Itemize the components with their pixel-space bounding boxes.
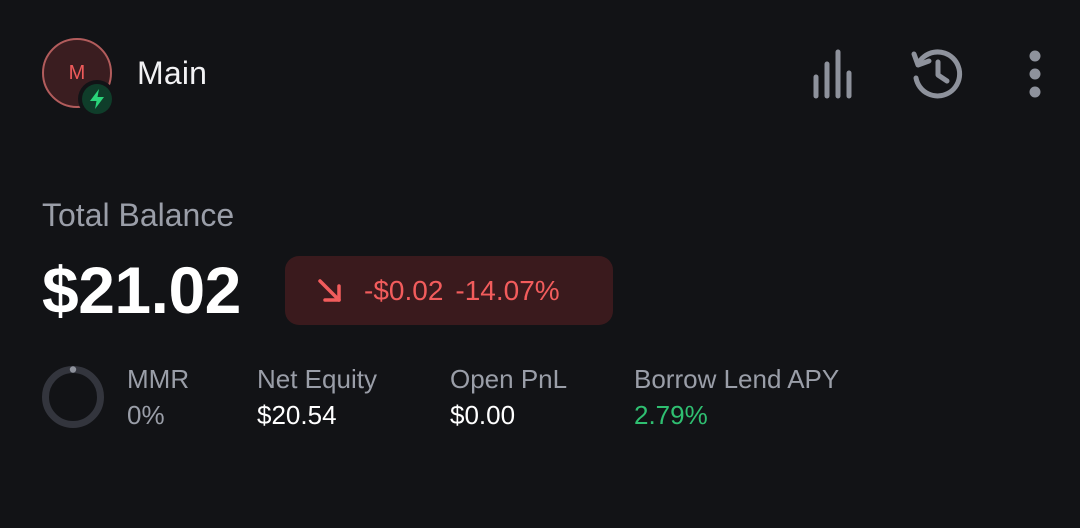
trend-down-icon bbox=[315, 276, 345, 306]
account-name: Main bbox=[137, 54, 208, 91]
history-button[interactable] bbox=[906, 42, 970, 106]
net-equity-value: $20.54 bbox=[257, 400, 337, 430]
open-pnl-label: Open PnL bbox=[450, 364, 568, 394]
more-vertical-icon bbox=[1029, 50, 1041, 98]
header-toolbar bbox=[802, 42, 1050, 106]
stat-open-pnl: Open PnL $0.00 bbox=[450, 364, 567, 430]
mmr-label: MMR bbox=[127, 364, 190, 394]
history-icon bbox=[911, 49, 963, 99]
avatar: M bbox=[42, 38, 116, 118]
total-balance-label: Total Balance bbox=[42, 197, 235, 233]
avatar-letter: M bbox=[68, 61, 86, 84]
open-pnl-value: $0.00 bbox=[450, 400, 516, 430]
stat-net-equity: Net Equity $20.54 bbox=[257, 364, 377, 430]
total-balance-value: $21.02 bbox=[42, 253, 241, 327]
bar-chart-icon bbox=[813, 49, 852, 99]
stat-borrow-lend-apy: Borrow Lend APY 2.79% bbox=[634, 364, 839, 430]
more-button[interactable] bbox=[1020, 42, 1050, 106]
net-equity-label: Net Equity bbox=[257, 364, 377, 394]
change-percent: -14.07% bbox=[455, 274, 560, 306]
stats-button[interactable] bbox=[802, 42, 862, 106]
lightning-bolt-icon bbox=[90, 89, 104, 109]
mmr-value: 0% bbox=[127, 400, 165, 430]
balance-change-badge: -$0.02 -14.07% bbox=[285, 256, 613, 325]
stat-mmr: MMR 0% bbox=[127, 364, 189, 430]
change-amount: -$0.02 bbox=[364, 274, 444, 306]
borrow-lend-apy-value: 2.79% bbox=[634, 400, 708, 430]
account-selector[interactable]: M Main bbox=[42, 38, 208, 118]
borrow-lend-apy-label: Borrow Lend APY bbox=[634, 364, 840, 394]
lightning-badge bbox=[78, 80, 116, 118]
mmr-gauge-icon bbox=[42, 366, 104, 428]
account-summary-panel: M Main Total Balance $21.02 -$0.02 -14.0… bbox=[0, 0, 1080, 528]
